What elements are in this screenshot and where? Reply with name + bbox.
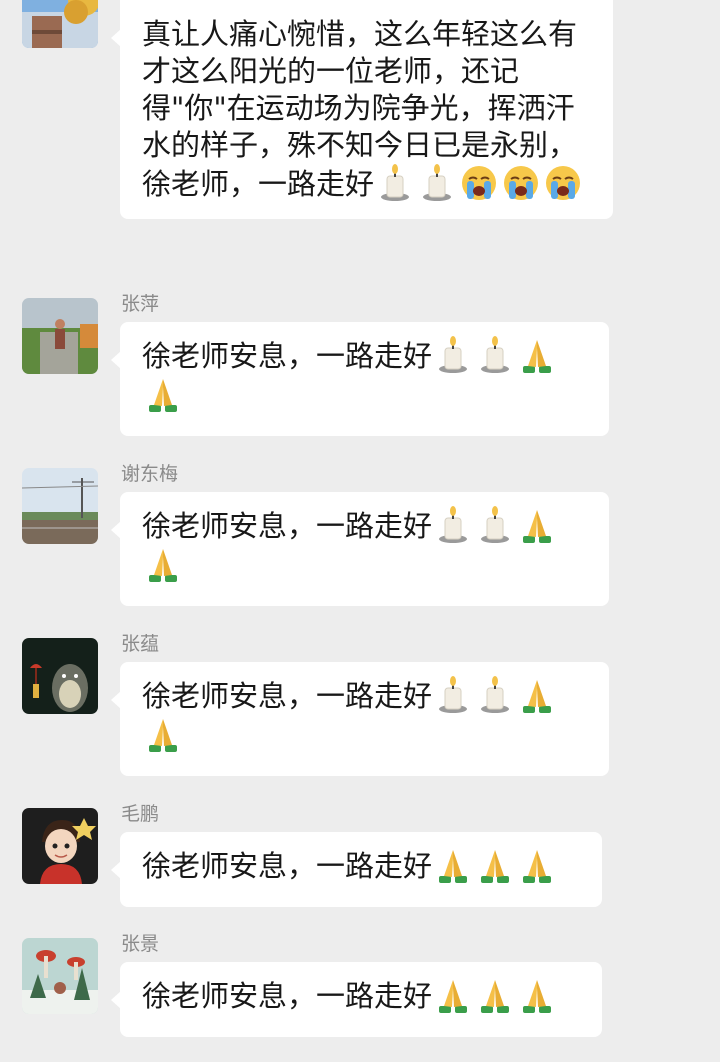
message-text: 徐老师安息，一路走好 [142, 849, 433, 883]
sender-name: 张景 [121, 933, 160, 955]
candle-icon [434, 676, 472, 714]
folded-hands-icon [144, 715, 182, 753]
message-bubble[interactable]: 徐老师安息，一路走好 [111, 662, 609, 776]
sender-name: 张蕴 [121, 633, 160, 655]
message-bubble[interactable]: 徐老师安息，一路走好 [111, 962, 602, 1037]
message-text: 徐老师安息，一路走好 [142, 339, 433, 373]
folded-hands-icon [518, 336, 556, 374]
folded-hands-icon [476, 976, 514, 1014]
folded-hands-icon [434, 846, 472, 884]
message-text: 徐老师安息，一路走好 [142, 679, 433, 713]
message-bubble[interactable]: 徐老师安息，一路走好 [111, 832, 602, 907]
folded-hands-icon [518, 846, 556, 884]
sender-name: 张萍 [121, 293, 160, 315]
crying-face-icon [502, 164, 540, 202]
sender-name: 谢东梅 [121, 463, 179, 485]
avatar[interactable] [22, 808, 98, 884]
folded-hands-icon [144, 375, 182, 413]
candle-icon [476, 676, 514, 714]
crying-face-icon [460, 164, 498, 202]
crying-face-icon [544, 164, 582, 202]
folded-hands-icon [518, 976, 556, 1014]
avatar[interactable] [22, 468, 98, 544]
folded-hands-icon [476, 846, 514, 884]
candle-icon [434, 506, 472, 544]
message-bubble[interactable]: 真让人痛心惋惜，这么年轻这么有才这么阳光的一位老师，还记得"你"在运动场为院争光… [111, 0, 613, 219]
candle-icon [376, 164, 414, 202]
candle-icon [434, 336, 472, 374]
avatar[interactable] [22, 938, 98, 1014]
candle-icon [476, 506, 514, 544]
candle-icon [418, 164, 456, 202]
folded-hands-icon [518, 506, 556, 544]
avatar[interactable] [22, 638, 98, 714]
message-bubble[interactable]: 徐老师安息，一路走好 [111, 322, 609, 436]
chat-screen: { "messages": [ { "sender": "", "text": … [0, 0, 720, 1062]
sender-name: 毛鹏 [121, 803, 160, 825]
avatar[interactable] [22, 298, 98, 374]
avatar[interactable] [22, 0, 98, 48]
message-text: 徐老师安息，一路走好 [142, 979, 433, 1013]
message-bubble[interactable]: 徐老师安息，一路走好 [111, 492, 609, 606]
folded-hands-icon [144, 545, 182, 583]
message-text: 徐老师安息，一路走好 [142, 509, 433, 543]
candle-icon [476, 336, 514, 374]
folded-hands-icon [434, 976, 472, 1014]
folded-hands-icon [518, 676, 556, 714]
